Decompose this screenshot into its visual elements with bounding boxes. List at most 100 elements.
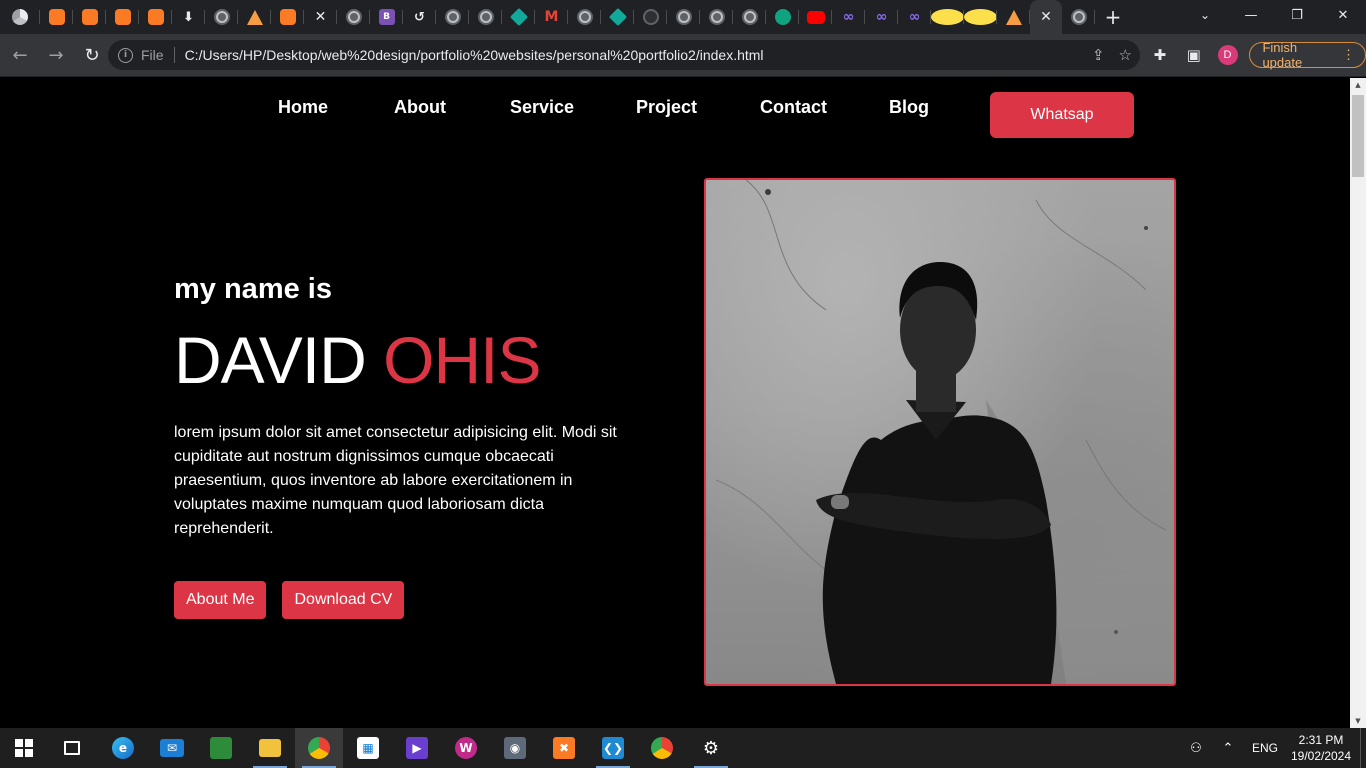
tab[interactable] [766,0,799,34]
chrome-icon[interactable] [295,728,343,768]
nav-link-service[interactable]: Service [510,97,574,118]
show-desktop-button[interactable] [1360,728,1366,768]
tab[interactable] [0,0,40,34]
camera-icon[interactable]: ◉ [491,728,539,768]
triangle-logo-icon [1005,9,1022,25]
nav-link-home[interactable]: Home [278,97,328,118]
url-text[interactable]: C:/Users/HP/Desktop/web%20design/portfol… [185,47,764,63]
minimize-icon[interactable]: — [1228,0,1274,30]
about-me-button[interactable]: About Me [174,581,267,619]
tab[interactable] [502,0,535,34]
share-icon[interactable]: ⇪ [1092,46,1105,64]
xampp-icon [147,9,164,25]
chrome-dev-icon[interactable] [638,728,686,768]
tab[interactable] [634,0,667,34]
tab[interactable]: ∞ [865,0,898,34]
tab[interactable]: ↺ [403,0,436,34]
tab[interactable] [106,0,139,34]
tab[interactable] [238,0,271,34]
scrollbar-thumb[interactable] [1352,95,1364,177]
tab[interactable] [733,0,766,34]
windows-taskbar: e ✉ ▦ ▶ W ◉ ✖ ❮❯ ⚙ ⚇ ⌃ ENG 2:31 PM 19/02… [0,728,1366,768]
reload-icon[interactable]: ↻ [76,39,108,71]
clock-date: 19/02/2024 [1290,749,1352,763]
tab[interactable] [799,0,832,34]
kebab-menu-icon: ⋮ [1342,47,1355,62]
tab[interactable]: ∞ [898,0,931,34]
tab[interactable] [73,0,106,34]
tab[interactable] [931,0,964,34]
tab[interactable] [40,0,73,34]
tab[interactable] [964,0,997,34]
tab[interactable] [667,0,700,34]
bookmark-star-icon[interactable]: ☆ [1119,46,1132,64]
site-navbar: Home About Service Project Contact Blog … [0,78,1350,158]
edge-icon[interactable]: e [99,728,147,768]
tab[interactable] [139,0,172,34]
globe-icon [444,9,461,25]
tab-search-chevron-icon[interactable]: ⌄ [1190,0,1220,30]
xampp-icon[interactable]: ✖ [540,728,588,768]
tab[interactable] [205,0,238,34]
last-name: OHIS [383,323,541,397]
mail-icon[interactable]: ✉ [148,728,196,768]
video-editor-icon[interactable]: ▶ [393,728,441,768]
extensions-puzzle-icon[interactable]: ✚ [1148,42,1172,68]
tab[interactable] [601,0,634,34]
close-tab-icon[interactable]: ✕ [1040,9,1052,25]
system-clock[interactable]: 2:31 PM 19/02/2024 [1286,732,1356,764]
people-icon[interactable]: ⚇ [1180,740,1212,756]
forward-arrow-icon[interactable]: → [40,39,72,71]
history-icon: ↺ [414,9,425,25]
nav-link-about[interactable]: About [394,97,446,118]
tab[interactable] [700,0,733,34]
vscode-icon[interactable]: ❮❯ [589,728,637,768]
tab[interactable] [997,0,1030,34]
tab[interactable]: ✕ [304,0,337,34]
scroll-down-arrow-icon[interactable]: ▼ [1350,714,1366,728]
close-window-icon[interactable]: ✕ [1320,0,1366,30]
windows-start-icon[interactable] [0,728,48,768]
nav-link-blog[interactable]: Blog [889,97,929,118]
tab[interactable] [1062,0,1095,34]
chevron-up-icon[interactable]: ⌃ [1212,740,1244,756]
nav-link-project[interactable]: Project [636,97,697,118]
tab[interactable]: M [535,0,568,34]
info-icon[interactable]: i [118,47,133,63]
file-explorer-icon[interactable] [246,728,294,768]
whatsapp-button[interactable]: Whatsap [990,92,1134,138]
active-tab[interactable]: ✕ [1030,0,1062,34]
wps-icon[interactable]: W [442,728,490,768]
tab[interactable] [271,0,304,34]
page-scrollbar[interactable]: ▲ ▼ [1350,78,1366,728]
xampp-icon [81,9,98,25]
restore-icon[interactable]: ❐ [1274,0,1320,30]
xampp-icon [48,9,65,25]
tab[interactable]: B [370,0,403,34]
back-arrow-icon[interactable]: ← [4,39,36,71]
tab[interactable] [568,0,601,34]
tab[interactable] [469,0,502,34]
hero-buttons: About Me Download CV [174,581,644,619]
store-icon[interactable]: ▦ [344,728,392,768]
bootstrap-icon: B [378,9,395,25]
new-tab-button[interactable]: + [1095,0,1131,34]
globe-icon [708,9,725,25]
side-panel-icon[interactable]: ▣ [1182,42,1206,68]
task-view-icon[interactable] [48,728,96,768]
address-bar[interactable]: i File C:/Users/HP/Desktop/web%20design/… [108,40,1140,70]
sheets-icon[interactable] [197,728,245,768]
finish-update-button[interactable]: Finish update ⋮ [1249,40,1366,70]
nav-link-contact[interactable]: Contact [760,97,827,118]
tab[interactable]: ∞ [832,0,865,34]
gmail-icon: M [544,9,559,25]
tab[interactable]: ⬇ [172,0,205,34]
scroll-up-arrow-icon[interactable]: ▲ [1350,78,1366,92]
tab[interactable] [337,0,370,34]
download-cv-button[interactable]: Download CV [282,581,405,619]
language-indicator[interactable]: ENG [1252,741,1278,755]
profile-avatar[interactable]: D [1216,42,1240,68]
settings-icon[interactable]: ⚙ [687,728,735,768]
clock-icon [964,9,997,25]
tab[interactable] [436,0,469,34]
